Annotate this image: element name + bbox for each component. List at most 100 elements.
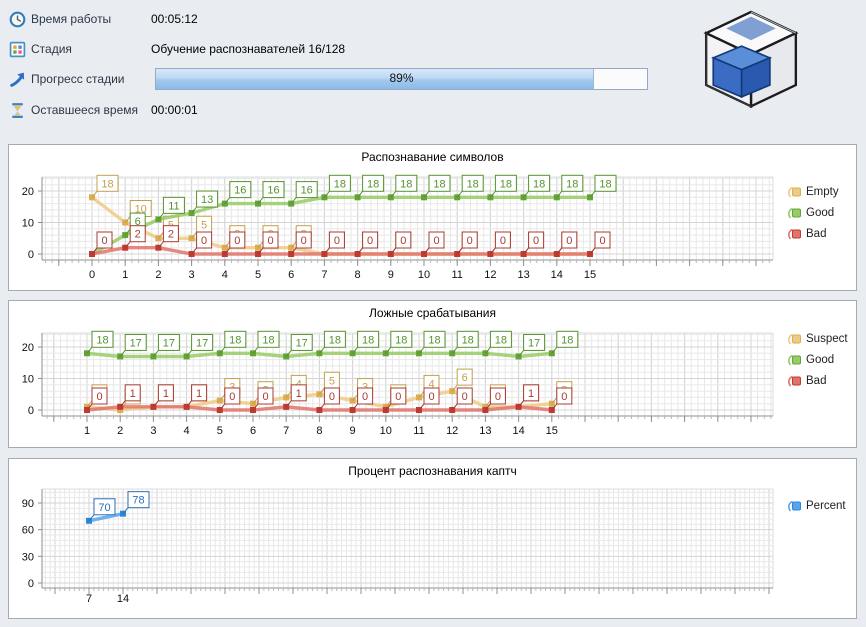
svg-text:0: 0 xyxy=(262,391,268,403)
svg-text:78: 78 xyxy=(132,495,144,507)
svg-text:14: 14 xyxy=(551,269,563,281)
percent-chart-legend: Percent xyxy=(787,495,846,516)
svg-text:18: 18 xyxy=(467,178,479,190)
svg-text:0: 0 xyxy=(395,391,401,403)
legend-label: Suspect xyxy=(806,333,848,345)
svg-text:18: 18 xyxy=(599,178,611,190)
stage-row: Стадия Обучение распознавателей 16/128 xyxy=(9,39,345,59)
svg-text:4: 4 xyxy=(184,425,190,437)
axis-ticks xyxy=(47,416,771,422)
x-axis-labels: 7 14 xyxy=(86,593,129,605)
svg-text:0: 0 xyxy=(96,391,102,403)
stage-progress-value: 89% xyxy=(156,71,647,85)
legend-label: Good xyxy=(806,354,834,366)
legend-item-suspect: Suspect xyxy=(787,328,848,349)
remaining-time-label: Оставшееся время xyxy=(31,103,151,117)
svg-text:18: 18 xyxy=(500,178,512,190)
legend-item-empty: Empty xyxy=(787,181,839,202)
hourglass-icon xyxy=(9,102,26,119)
svg-text:0: 0 xyxy=(433,235,439,247)
svg-text:5: 5 xyxy=(255,269,261,281)
svg-text:18: 18 xyxy=(362,334,374,346)
svg-text:6: 6 xyxy=(288,269,294,281)
chart-panel-percent: 03060907147078 Процент распознавания кап… xyxy=(8,458,857,619)
svg-text:0: 0 xyxy=(367,235,373,247)
symbols-chart-legend: EmptyGoodBad xyxy=(787,181,839,244)
svg-text:17: 17 xyxy=(163,337,175,349)
svg-text:13: 13 xyxy=(201,194,213,206)
svg-text:11: 11 xyxy=(168,200,179,212)
svg-text:0: 0 xyxy=(28,578,34,590)
svg-text:16: 16 xyxy=(267,185,279,197)
svg-text:8: 8 xyxy=(355,269,361,281)
svg-text:1: 1 xyxy=(296,388,302,400)
legend-label: Good xyxy=(806,207,834,219)
svg-text:5: 5 xyxy=(201,219,207,231)
svg-text:0: 0 xyxy=(462,391,468,403)
svg-text:0: 0 xyxy=(329,391,335,403)
chart-panel-false-positives: 0102012345678910111213141510113245314611… xyxy=(8,300,857,448)
chart-title-percent: Процент распознавания каптч xyxy=(9,464,856,478)
svg-text:9: 9 xyxy=(388,269,394,281)
svg-text:3: 3 xyxy=(150,425,156,437)
legend-item-good: Good xyxy=(787,349,848,370)
false-positives-chart: 0102012345678910111213141510113245314611… xyxy=(9,301,854,445)
chart-title-symbols: Распознавание символов xyxy=(9,150,856,164)
svg-text:7: 7 xyxy=(321,269,327,281)
legend-series-icon xyxy=(787,332,802,346)
svg-text:18: 18 xyxy=(495,334,507,346)
svg-text:17: 17 xyxy=(196,337,208,349)
svg-text:18: 18 xyxy=(561,334,573,346)
svg-text:0: 0 xyxy=(301,235,307,247)
y-axis-labels: 01020 xyxy=(22,186,42,261)
remaining-time-value: 00:00:01 xyxy=(151,103,198,117)
svg-text:5: 5 xyxy=(217,425,223,437)
svg-text:14: 14 xyxy=(117,593,129,605)
stage-value: Обучение распознавателей 16/128 xyxy=(151,42,345,56)
svg-text:70: 70 xyxy=(98,502,110,514)
svg-text:0: 0 xyxy=(400,235,406,247)
captcha-trainer-window: Время работы 00:05:12 Стадия Обучение ра… xyxy=(0,0,866,627)
legend-item-bad: Bad xyxy=(787,370,848,391)
svg-text:6: 6 xyxy=(250,425,256,437)
legend-label: Bad xyxy=(806,375,826,387)
svg-text:15: 15 xyxy=(546,425,558,437)
svg-text:1: 1 xyxy=(528,388,534,400)
svg-text:0: 0 xyxy=(28,405,34,417)
svg-text:2: 2 xyxy=(135,229,141,241)
percent-chart: 03060907147078 xyxy=(9,459,854,616)
svg-text:18: 18 xyxy=(262,334,274,346)
y-axis-labels: 01020 xyxy=(22,342,42,417)
svg-text:20: 20 xyxy=(22,186,34,198)
svg-text:0: 0 xyxy=(566,235,572,247)
svg-text:17: 17 xyxy=(130,337,142,349)
svg-text:18: 18 xyxy=(329,334,341,346)
x-axis-labels: 123456789101112131415 xyxy=(84,425,558,437)
svg-text:11: 11 xyxy=(413,425,424,437)
legend-series-icon xyxy=(787,499,802,513)
legend-label: Empty xyxy=(806,186,839,198)
work-time-value: 00:05:12 xyxy=(151,12,198,26)
svg-text:7: 7 xyxy=(86,593,92,605)
legend-series-icon xyxy=(787,353,802,367)
svg-text:14: 14 xyxy=(512,425,524,437)
svg-text:0: 0 xyxy=(599,235,605,247)
svg-text:18: 18 xyxy=(566,178,578,190)
svg-text:10: 10 xyxy=(22,218,34,230)
x-axis-labels: 0123456789101112131415 xyxy=(89,269,596,281)
svg-text:18: 18 xyxy=(96,334,108,346)
svg-text:4: 4 xyxy=(222,269,228,281)
svg-text:1: 1 xyxy=(196,388,202,400)
stage-progress-row: Прогресс стадии xyxy=(9,69,151,89)
svg-text:1: 1 xyxy=(122,269,128,281)
grid xyxy=(42,489,773,588)
svg-text:0: 0 xyxy=(533,235,539,247)
svg-text:0: 0 xyxy=(495,391,501,403)
legend-label: Percent xyxy=(806,500,846,512)
chart-panel-symbols: 0102001234567891011121314151810552220000… xyxy=(8,144,857,291)
svg-text:2: 2 xyxy=(155,269,161,281)
svg-text:5: 5 xyxy=(329,375,335,387)
svg-text:20: 20 xyxy=(22,342,34,354)
svg-text:2: 2 xyxy=(168,229,174,241)
false-positives-chart-legend: Suspect Good Bad xyxy=(787,328,848,391)
